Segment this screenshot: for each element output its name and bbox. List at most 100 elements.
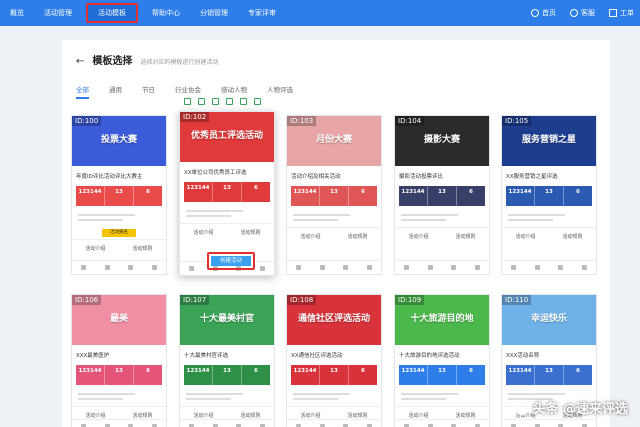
- template-card[interactable]: ID:100 投票大赛 年度ID评比活动评比大赛主 123144 13 6 活动报名 活动介绍…: [71, 115, 167, 275]
- card-link-rules[interactable]: 活动规则: [132, 412, 152, 419]
- stat-cell: 123144: [184, 365, 213, 385]
- card-stats: 123144 13 6: [399, 365, 485, 385]
- card-footer-nav: [395, 260, 489, 274]
- stat-cell: 13: [105, 186, 134, 206]
- category-tabs: 全部 通用 节日 行业协会 感动人物 人物评选: [76, 84, 293, 99]
- edit-icon[interactable]: [212, 98, 219, 105]
- card-name: XX服务营销之星评选: [506, 174, 558, 180]
- card-link-rules[interactable]: 活动规则: [240, 229, 260, 236]
- card-links: 活动介绍 活动规则: [72, 239, 166, 257]
- card-stats: 123144 13 6: [76, 186, 162, 206]
- card-id: ID:109: [395, 295, 425, 305]
- user-icon: [151, 265, 157, 270]
- card-stats: 123144 13 6: [399, 186, 485, 206]
- user-icon: [259, 266, 265, 271]
- card-link-intro[interactable]: 活动介绍: [300, 412, 320, 419]
- card-stats: 123144 13 6: [506, 186, 592, 206]
- tab-industry[interactable]: 行业协会: [175, 84, 201, 99]
- card-footer-nav: [287, 260, 381, 274]
- template-card[interactable]: ID:109 十大旅游目的地 十大旅游目的地评选活动 123144 13 6 活动介绍 活动规…: [394, 294, 490, 427]
- card-link-rules[interactable]: 活动规则: [132, 245, 152, 252]
- card-link-intro[interactable]: 活动介绍: [515, 233, 535, 240]
- home-icon: [81, 265, 87, 270]
- nav-overview[interactable]: 概览: [0, 0, 34, 26]
- service-icon: [570, 9, 578, 17]
- card-banner-title: 十大最美村官: [199, 314, 254, 324]
- stat-cell: 123144: [76, 186, 105, 206]
- card-links: 活动介绍 活动规则: [287, 227, 381, 245]
- stat-cell: 6: [254, 185, 258, 191]
- copy-icon[interactable]: [198, 98, 205, 105]
- card-link-intro[interactable]: 活动介绍: [408, 233, 428, 240]
- template-card[interactable]: ID:106 最美 XXX最美医护 123144 13 6 活动介绍 活动规则: [71, 294, 167, 427]
- user-icon: [474, 265, 480, 270]
- card-link-intro[interactable]: 活动介绍: [85, 412, 105, 419]
- card-banner-title: 幸运快乐: [530, 314, 567, 324]
- card-text-lines: [502, 208, 596, 227]
- page-subtitle: 选择对应的模板进行创建活动: [140, 59, 219, 66]
- home-link[interactable]: 首页: [531, 8, 556, 18]
- delete-icon[interactable]: [254, 98, 261, 105]
- stat-cell: 13: [105, 365, 134, 385]
- tab-holiday[interactable]: 节日: [142, 84, 155, 99]
- stat-cell: 6: [146, 189, 150, 195]
- back-arrow-icon[interactable]: ←: [76, 56, 84, 67]
- nav-right: 首页 客服 工单: [531, 0, 634, 26]
- card-link-rules[interactable]: 活动规则: [347, 412, 367, 419]
- template-card[interactable]: ID:107 十大最美村官 十大最美村官评选 123144 13 6 活动介绍 活动规则: [179, 294, 275, 427]
- template-card[interactable]: ID:104 摄影大赛 摄影活动投票评比 123144 13 6 活动介绍 活动规则: [394, 115, 490, 275]
- ticket-link[interactable]: 工单: [609, 8, 634, 18]
- card-link-intro[interactable]: 活动介绍: [408, 412, 428, 419]
- card-banner-title: 投票大赛: [100, 135, 137, 145]
- card-id: ID:107: [180, 295, 210, 305]
- preview-icon[interactable]: [184, 98, 191, 105]
- card-link-intro[interactable]: 活动介绍: [85, 245, 105, 252]
- card-footer-nav: [395, 419, 489, 427]
- service-link[interactable]: 客服: [570, 8, 595, 18]
- template-card[interactable]: ID:108 通信社区评选活动 XX通信社区评选活动 123144 13 6 活动介绍 活动规…: [286, 294, 382, 427]
- nav-activity-management[interactable]: 活动管理: [34, 0, 82, 26]
- nav-activity-templates[interactable]: 活动模板: [86, 3, 138, 23]
- card-banner: ID:106 最美: [72, 295, 166, 345]
- card-banner: ID:110 幸运快乐: [502, 295, 596, 345]
- card-id: ID:105: [502, 116, 532, 126]
- card-banner: ID:103 月份大赛: [287, 116, 381, 166]
- card-link-intro[interactable]: 活动介绍: [193, 229, 213, 236]
- card-link-intro[interactable]: 活动介绍: [300, 233, 320, 240]
- card-text-lines: [180, 387, 274, 406]
- card-link-intro[interactable]: 活动介绍: [193, 412, 213, 419]
- card-link-rules[interactable]: 活动规则: [347, 233, 367, 240]
- tab-all[interactable]: 全部: [76, 84, 89, 99]
- top-nav: 概览 活动管理 活动模板 帮助中心 分销管理 专家评审 首页 客服 工单: [0, 0, 640, 26]
- tab-touching-people[interactable]: 感动人物: [221, 84, 247, 99]
- stat-cell: 6: [254, 368, 258, 374]
- share-icon[interactable]: [240, 98, 247, 105]
- stat-cell: 123144: [291, 365, 320, 385]
- page-title: 模板选择: [92, 56, 133, 67]
- card-link-rules[interactable]: 活动规则: [455, 412, 475, 419]
- stat-cell: 6: [146, 368, 150, 374]
- template-card[interactable]: ID:105 服务营销之星 XX服务营销之星评选 123144 13 6 活动介绍 活动规则: [501, 115, 597, 275]
- create-activity-button[interactable]: 创建活动: [207, 252, 255, 270]
- card-link-rules[interactable]: 活动规则: [455, 233, 475, 240]
- card-stats: 123144 13 6: [184, 365, 270, 385]
- signup-button[interactable]: 活动报名: [102, 229, 136, 237]
- card-link-rules[interactable]: 活动规则: [240, 412, 260, 419]
- nav-help-center[interactable]: 帮助中心: [142, 0, 190, 26]
- template-card[interactable]: ID:103 月份大赛 活动介绍及相关活动 123144 13 6 活动介绍 活动规则: [286, 115, 382, 275]
- tab-person-selection[interactable]: 人物评选: [267, 84, 293, 99]
- stat-cell: 13: [535, 365, 564, 385]
- qrcode-icon[interactable]: [226, 98, 233, 105]
- nav-distribution[interactable]: 分销管理: [190, 0, 238, 26]
- card-name: 活动介绍及相关活动: [291, 174, 341, 180]
- stat-cell: 123144: [399, 365, 428, 385]
- tab-general[interactable]: 通用: [109, 84, 122, 99]
- rank-icon: [534, 265, 540, 270]
- card-id: ID:103: [287, 116, 317, 126]
- card-link-rules[interactable]: 活动规则: [562, 233, 582, 240]
- card-banner-title: 十大旅游目的地: [410, 314, 474, 324]
- stat-cell: 13: [320, 365, 349, 385]
- card-stats: 123144 13 6: [184, 182, 270, 202]
- user-icon: [581, 265, 587, 270]
- nav-expert-review[interactable]: 专家评审: [238, 0, 286, 26]
